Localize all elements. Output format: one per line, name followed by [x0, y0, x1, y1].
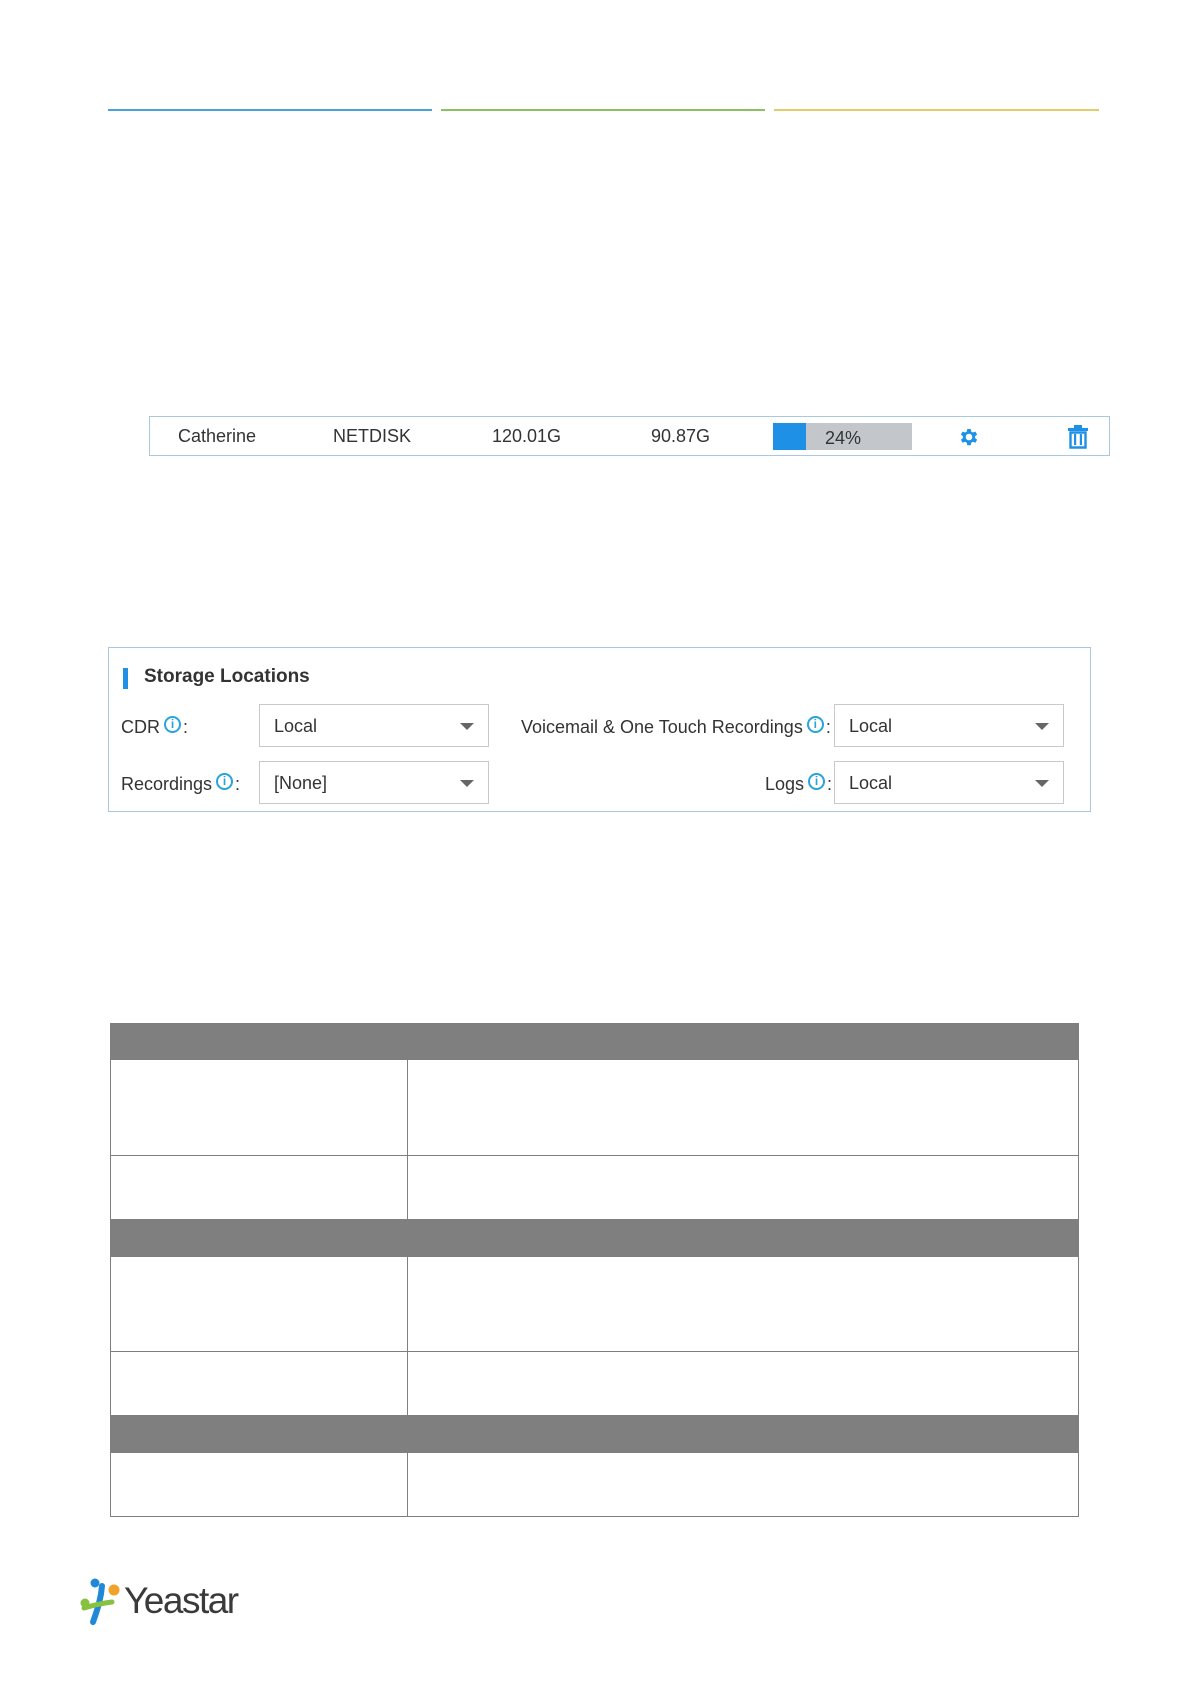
- netdisk-row: Catherine NETDISK 120.01G 90.87G 24%: [149, 416, 1110, 456]
- logs-label: Logs i :: [765, 773, 833, 795]
- info-icon[interactable]: i: [216, 773, 234, 790]
- parameter-table: [110, 1023, 1079, 1517]
- recordings-select[interactable]: [None]: [259, 761, 489, 804]
- divider-line-yellow: [774, 109, 1099, 111]
- table-section-header: [110, 1220, 1079, 1257]
- colon: :: [235, 774, 241, 794]
- cdr-select-value: Local: [274, 716, 318, 736]
- cdr-label: CDR i :: [121, 716, 189, 738]
- recordings-label-text: Recordings: [121, 774, 213, 794]
- voicemail-select-value: Local: [849, 716, 893, 736]
- colon: :: [183, 717, 189, 737]
- gear-icon[interactable]: [957, 425, 981, 449]
- netdisk-total-size: 120.01G: [492, 426, 562, 446]
- netdisk-free-space: 90.87G: [651, 426, 711, 446]
- table-cell: [408, 1352, 1078, 1415]
- info-icon[interactable]: i: [806, 716, 824, 733]
- voicemail-label-text: Voicemail & One Touch Recordings: [521, 717, 803, 737]
- logs-label-text: Logs: [765, 774, 805, 794]
- colon: :: [827, 774, 833, 794]
- recordings-select-value: [None]: [274, 773, 328, 793]
- table-cell: [408, 1257, 1078, 1351]
- divider-line-blue: [108, 109, 432, 111]
- table-row: [110, 1060, 1079, 1156]
- usage-progress-bar: 24%: [773, 423, 912, 450]
- chevron-down-icon: [460, 723, 474, 730]
- yeastar-logo: Yeastar: [80, 1578, 250, 1630]
- table-section-header: [110, 1416, 1079, 1453]
- colon: :: [825, 717, 831, 737]
- chevron-down-icon: [460, 780, 474, 787]
- info-icon[interactable]: i: [808, 773, 826, 790]
- yeastar-logo-mark: [80, 1578, 120, 1625]
- chevron-down-icon: [1035, 780, 1049, 787]
- table-cell: [408, 1156, 1078, 1219]
- cdr-select[interactable]: Local: [259, 704, 489, 747]
- table-cell: [111, 1060, 408, 1155]
- table-cell: [408, 1453, 1078, 1516]
- logs-select[interactable]: Local: [834, 761, 1064, 804]
- panel-title: Storage Locations: [144, 666, 310, 687]
- logs-select-value: Local: [849, 773, 893, 793]
- table-cell: [408, 1060, 1078, 1155]
- usage-percent-label: 24%: [825, 428, 862, 448]
- table-row: [110, 1257, 1079, 1352]
- storage-locations-panel: Storage Locations CDR i : Local Voicemai…: [108, 647, 1091, 812]
- trash-icon[interactable]: [1066, 424, 1090, 450]
- yeastar-logo-text: Yeastar: [124, 1580, 239, 1621]
- table-row: [110, 1352, 1079, 1416]
- netdisk-name: Catherine: [178, 426, 257, 446]
- panel-title-accent-bar: [123, 668, 128, 689]
- divider-line-green: [441, 109, 765, 111]
- cdr-label-text: CDR: [121, 717, 160, 737]
- table-row: [110, 1156, 1079, 1220]
- table-cell: [111, 1257, 408, 1351]
- table-cell: [111, 1453, 408, 1516]
- recordings-label: Recordings i :: [121, 773, 241, 795]
- table-section-header: [110, 1023, 1079, 1060]
- table-cell: [111, 1156, 408, 1219]
- info-icon[interactable]: i: [164, 716, 181, 733]
- table-row: [110, 1453, 1079, 1517]
- usage-progress-fill: [773, 423, 807, 450]
- voicemail-select[interactable]: Local: [834, 704, 1064, 747]
- table-cell: [111, 1352, 408, 1415]
- chevron-down-icon: [1035, 723, 1049, 730]
- netdisk-type: NETDISK: [333, 426, 412, 446]
- voicemail-label: Voicemail & One Touch Recordings i :: [521, 716, 831, 738]
